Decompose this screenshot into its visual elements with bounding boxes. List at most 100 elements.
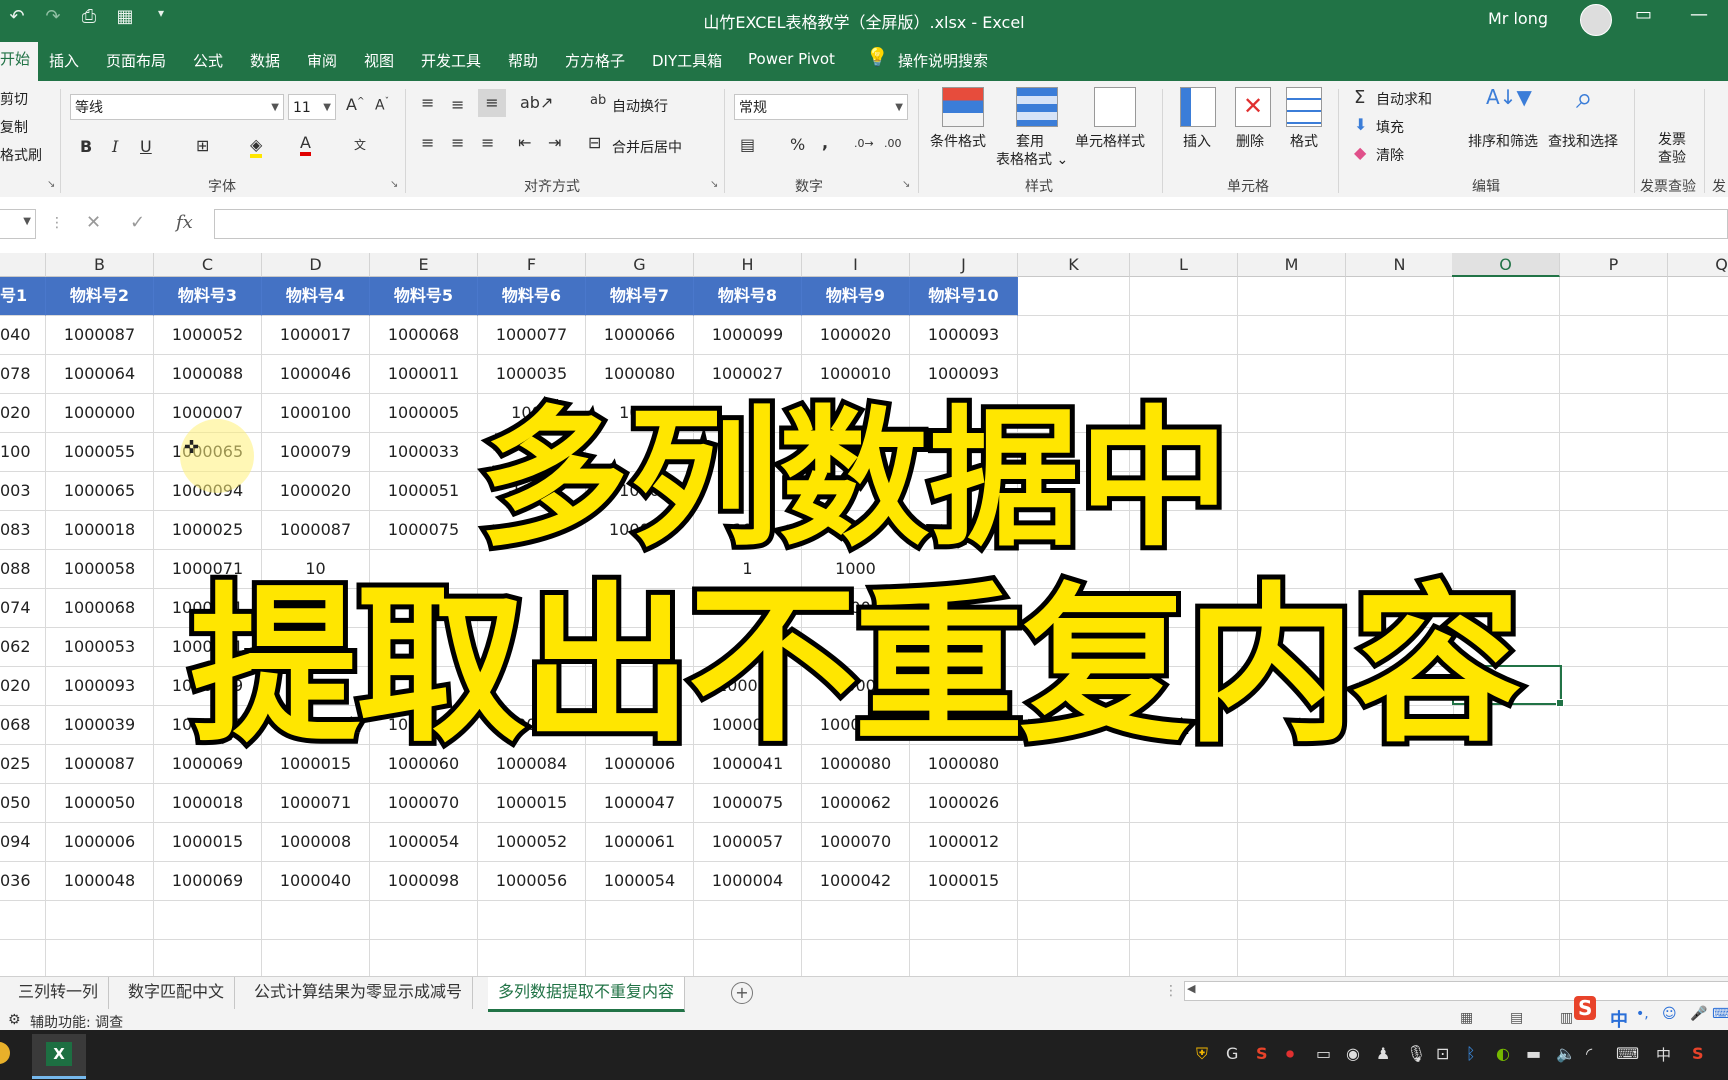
keyboard-icon[interactable]: ⌨: [1616, 1044, 1639, 1063]
empty-cell[interactable]: [1452, 901, 1560, 940]
table-cell[interactable]: 1000057: [694, 823, 802, 862]
decrease-decimal-icon[interactable]: .00: [884, 137, 902, 150]
header-cell[interactable]: 物料号8: [694, 277, 802, 316]
nvidia-icon[interactable]: ◐: [1496, 1044, 1510, 1063]
empty-cell[interactable]: [1668, 784, 1728, 823]
table-cell[interactable]: 1000020: [802, 316, 910, 355]
comma-icon[interactable]: ,: [822, 133, 828, 152]
drag-handle-icon[interactable]: ⋮: [50, 215, 64, 231]
horizontal-scrollbar[interactable]: ◀: [1184, 981, 1728, 1001]
table-cell[interactable]: 1000071: [262, 784, 370, 823]
empty-cell[interactable]: [1018, 277, 1130, 316]
table-cell[interactable]: 1000069: [154, 862, 262, 901]
decrease-font-icon[interactable]: Aˇ: [375, 97, 389, 114]
column-header[interactable]: C: [154, 253, 262, 277]
confirm-icon[interactable]: ✓: [130, 212, 145, 233]
empty-cell[interactable]: [1018, 823, 1130, 862]
ime-chinese-icon[interactable]: 中: [1610, 1006, 1628, 1032]
empty-cell[interactable]: [1130, 823, 1238, 862]
empty-cell[interactable]: [1346, 901, 1454, 940]
table-cell[interactable]: 1000075: [694, 784, 802, 823]
align-top-icon[interactable]: ≡: [421, 93, 434, 112]
empty-cell[interactable]: [370, 901, 478, 940]
empty-cell[interactable]: [1130, 784, 1238, 823]
tab-developer[interactable]: 开发工具: [421, 50, 481, 71]
empty-cell[interactable]: [1346, 277, 1454, 316]
page-break-view-icon[interactable]: ▥: [1560, 1010, 1573, 1026]
table-format-label-2[interactable]: 表格格式 ⌄: [996, 149, 1068, 169]
empty-cell[interactable]: [1668, 316, 1728, 355]
border-icon[interactable]: ⊞: [196, 136, 209, 155]
table-cell[interactable]: 1000099: [694, 316, 802, 355]
column-header[interactable]: B: [46, 253, 154, 277]
table-cell[interactable]: 1000050: [46, 784, 154, 823]
wifi-icon[interactable]: ◜: [1586, 1044, 1592, 1063]
empty-cell[interactable]: [910, 901, 1018, 940]
align-bottom-icon[interactable]: ≡: [478, 89, 506, 117]
table-cell[interactable]: 1000015: [154, 823, 262, 862]
column-header[interactable]: J: [910, 253, 1018, 277]
table-format-label[interactable]: 套用: [1016, 131, 1044, 151]
table-cell[interactable]: 1000008: [262, 823, 370, 862]
column-header[interactable]: H: [694, 253, 802, 277]
underline-icon[interactable]: U: [140, 137, 152, 156]
column-header[interactable]: N: [1346, 253, 1454, 277]
table-cell[interactable]: 1000015: [478, 784, 586, 823]
table-cell[interactable]: 1000070: [802, 823, 910, 862]
empty-cell[interactable]: [1238, 940, 1346, 976]
header-cell[interactable]: 物料号7: [586, 277, 694, 316]
ime-mic-icon[interactable]: 🎤: [1690, 1006, 1707, 1022]
empty-cell[interactable]: [154, 901, 262, 940]
empty-cell[interactable]: [1130, 862, 1238, 901]
empty-cell[interactable]: [586, 940, 694, 976]
empty-cell[interactable]: [478, 901, 586, 940]
empty-cell[interactable]: [1560, 901, 1668, 940]
table-cell[interactable]: 1000006: [46, 823, 154, 862]
table-cell[interactable]: 050: [0, 784, 46, 823]
column-header[interactable]: [0, 253, 46, 277]
add-sheet-icon[interactable]: +: [731, 982, 753, 1004]
shield-icon[interactable]: ⛨: [1196, 1044, 1208, 1064]
bluetooth-icon[interactable]: ᛒ: [1466, 1044, 1476, 1063]
tab-home[interactable]: 开始: [0, 42, 39, 81]
invoice-check-button[interactable]: 发票 查验: [1658, 131, 1686, 167]
table-cell[interactable]: 1000018: [154, 784, 262, 823]
empty-cell[interactable]: [1238, 901, 1346, 940]
avatar[interactable]: [1580, 4, 1612, 36]
table-cell[interactable]: 040: [0, 316, 46, 355]
table-cell[interactable]: 1000062: [802, 784, 910, 823]
currency-icon[interactable]: ▤: [740, 135, 755, 154]
column-header[interactable]: D: [262, 253, 370, 277]
table-cell[interactable]: 1000061: [586, 823, 694, 862]
sogou-tray-icon[interactable]: S: [1256, 1044, 1268, 1063]
wrap-text-button[interactable]: 自动换行: [612, 96, 668, 116]
sheet-tab[interactable]: 数字匹配中文: [118, 977, 236, 1009]
tab-insert[interactable]: 插入: [49, 50, 79, 71]
sheet-tab[interactable]: 三列转一列: [8, 977, 110, 1009]
table-cell[interactable]: 1000068: [370, 316, 478, 355]
column-header[interactable]: E: [370, 253, 478, 277]
column-header[interactable]: K: [1018, 253, 1130, 277]
empty-cell[interactable]: [1560, 316, 1668, 355]
cancel-icon[interactable]: ✕: [86, 212, 101, 233]
ime-indicator[interactable]: 中: [1656, 1044, 1671, 1065]
alignment-launcher-icon[interactable]: ↘: [710, 179, 718, 190]
tab-data[interactable]: 数据: [250, 50, 280, 71]
empty-cell[interactable]: [262, 940, 370, 976]
empty-cell[interactable]: [1560, 784, 1668, 823]
empty-cell[interactable]: [1018, 862, 1130, 901]
table-cell[interactable]: 1000054: [586, 862, 694, 901]
qq-icon[interactable]: ♟: [1376, 1044, 1390, 1063]
empty-cell[interactable]: [0, 901, 46, 940]
header-cell[interactable]: 物料号10: [910, 277, 1018, 316]
ime-keyboard-icon[interactable]: ⌨: [1712, 1006, 1728, 1022]
column-header[interactable]: P: [1560, 253, 1668, 277]
table-cell[interactable]: 1000004: [694, 862, 802, 901]
column-header[interactable]: F: [478, 253, 586, 277]
header-cell[interactable]: 物料号5: [370, 277, 478, 316]
empty-cell[interactable]: [1238, 784, 1346, 823]
table-cell[interactable]: 1000015: [910, 862, 1018, 901]
empty-cell[interactable]: [1346, 784, 1454, 823]
excel-taskbar-button[interactable]: X: [32, 1034, 86, 1079]
empty-cell[interactable]: [1238, 823, 1346, 862]
